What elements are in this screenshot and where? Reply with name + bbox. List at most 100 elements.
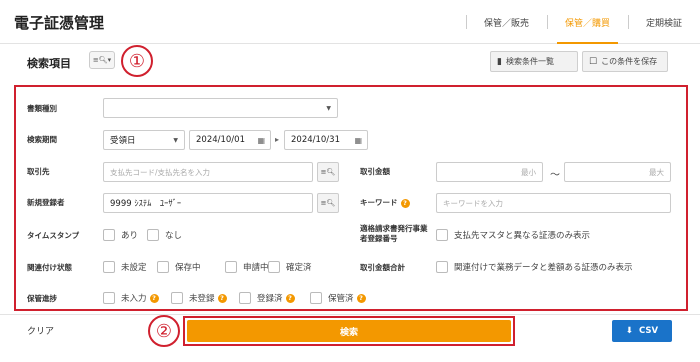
checkbox-box[interactable] — [310, 292, 322, 304]
doc-type-label: 書類種別 — [27, 104, 57, 113]
save-condition-button[interactable]: ☐ この条件を保存 — [582, 51, 668, 72]
timestamp-no-checkbox[interactable]: なし — [147, 229, 182, 241]
nav-periodic-verification[interactable]: 定期検証 — [627, 0, 700, 44]
checkbox-box[interactable] — [103, 292, 115, 304]
link-status-unset-checkbox[interactable]: 未設定 — [103, 261, 147, 273]
checkbox-label: 保管済 — [328, 294, 354, 304]
checkbox-label: 申請中 — [243, 263, 269, 273]
search-list-icon: ≡🔍︎▾ — [92, 56, 112, 64]
help-icon[interactable]: ? — [400, 198, 410, 208]
saved-conditions-button[interactable]: ▮ 検索条件一覧 — [490, 51, 578, 72]
search-button-label: 検索 — [339, 327, 358, 338]
nav-sales-storage[interactable]: 保管／販売 — [465, 0, 547, 44]
help-icon[interactable]: ? — [149, 293, 159, 303]
invoice-reg-label: 適格請求書発行事業 者登録番号 — [360, 224, 428, 244]
supplier-placeholder: 支払先コード/支払先名を入力 — [110, 167, 211, 177]
save-icon: ☐ — [589, 56, 598, 67]
amount-diff-checkbox[interactable]: 関連付けで業務データと差額ある証憑のみ表示 — [436, 261, 633, 273]
calendar-icon[interactable]: ▦ — [354, 136, 362, 145]
saved-conditions-label: 検索条件一覧 — [505, 57, 554, 66]
supplier-search-button[interactable]: ≡🔍︎ — [317, 162, 339, 182]
keyword-label: キーワード — [360, 198, 398, 207]
period-basis-value: 受領日 — [110, 136, 136, 146]
amount-max-input[interactable]: 最大 — [564, 162, 671, 182]
checkbox-label: 関連付けで業務データと差額ある証憑のみ表示 — [454, 263, 633, 273]
chevron-down-icon: ▼ — [326, 104, 331, 112]
checkbox-box[interactable] — [436, 229, 448, 241]
timestamp-yes-checkbox[interactable]: あり — [103, 229, 138, 241]
link-status-applying-checkbox[interactable]: 申請中 — [225, 261, 269, 273]
keyword-input[interactable]: キーワードを入力 — [436, 193, 671, 213]
checkbox-label: 未登録 — [189, 294, 215, 304]
help-icon[interactable]: ? — [217, 293, 227, 303]
keyword-placeholder: キーワードを入力 — [443, 198, 503, 208]
checkbox-box[interactable] — [103, 261, 115, 273]
amount-min-input[interactable]: 最小 — [436, 162, 543, 182]
nav-label: 保管／販売 — [483, 18, 529, 29]
progress-stored-checkbox[interactable]: 保管済? — [310, 292, 366, 304]
search-button[interactable]: 検索 — [187, 320, 511, 342]
checkbox-box[interactable] — [103, 229, 115, 241]
registrant-input[interactable]: 9999 ｼｽﾃﾑ ﾕｰｻﾞｰ — [103, 193, 313, 213]
checkbox-label: 登録済 — [257, 294, 283, 304]
chevron-down-icon: ▼ — [173, 136, 178, 144]
period-label: 検索期間 — [27, 135, 57, 144]
amount-min-placeholder: 最小 — [521, 167, 536, 177]
invoice-reg-label-line1: 適格請求書発行事業 — [360, 224, 428, 233]
help-icon[interactable]: ? — [285, 293, 295, 303]
checkbox-label: あり — [121, 231, 139, 241]
save-condition-label: この条件を保存 — [601, 57, 658, 66]
supplier-label: 取引先 — [27, 167, 50, 176]
registrant-label: 新規登録者 — [27, 198, 65, 207]
period-from-value: 2024/10/01 — [196, 135, 245, 145]
keyword-label-wrap: キーワード? — [360, 198, 410, 208]
help-icon[interactable]: ? — [356, 293, 366, 303]
progress-not-input-checkbox[interactable]: 未入力? — [103, 292, 159, 304]
checkbox-box[interactable] — [157, 261, 169, 273]
range-arrow-icon: ▸ — [275, 135, 280, 144]
checkbox-label: 支払先マスタと異なる証憑のみ表示 — [454, 231, 591, 241]
csv-button-label: CSV — [639, 326, 659, 336]
amount-label: 取引金額 — [360, 167, 390, 176]
checkbox-label: 保存中 — [175, 263, 201, 273]
checkbox-box[interactable] — [436, 261, 448, 273]
checkbox-box[interactable] — [147, 229, 159, 241]
progress-not-registered-checkbox[interactable]: 未登録? — [171, 292, 227, 304]
nav-label: 保管／購買 — [564, 18, 610, 29]
nav-purchase-storage[interactable]: 保管／購買 — [546, 0, 628, 44]
section-title: 検索項目 — [27, 57, 71, 70]
calendar-icon[interactable]: ▦ — [257, 136, 265, 145]
period-to-input[interactable]: 2024/10/31 ▦ — [284, 130, 368, 150]
main-nav: 保管／販売 保管／購買 定期検証 — [465, 0, 700, 44]
period-basis-select[interactable]: 受領日 ▼ — [103, 130, 185, 150]
bookmark-icon: ▮ — [497, 56, 502, 67]
clear-button[interactable]: クリア — [27, 324, 54, 337]
checkbox-box[interactable] — [268, 261, 280, 273]
top-bar: 電子証憑管理 保管／販売 保管／購買 定期検証 — [0, 0, 700, 44]
progress-registered-checkbox[interactable]: 登録済? — [239, 292, 295, 304]
checkbox-label: 未入力 — [121, 294, 147, 304]
checkbox-label: 確定済 — [286, 263, 312, 273]
doc-type-select[interactable]: ▼ — [103, 98, 338, 118]
nav-label: 定期検証 — [645, 18, 682, 29]
period-from-input[interactable]: 2024/10/01 ▦ — [189, 130, 271, 150]
invoice-reg-mismatch-checkbox[interactable]: 支払先マスタと異なる証憑のみ表示 — [436, 229, 590, 241]
amount-max-placeholder: 最大 — [649, 167, 664, 177]
supplier-input[interactable]: 支払先コード/支払先名を入力 — [103, 162, 313, 182]
checkbox-box[interactable] — [225, 261, 237, 273]
registrant-search-button[interactable]: ≡🔍︎ — [317, 193, 339, 213]
progress-label: 保管進捗 — [27, 294, 57, 303]
link-status-saving-checkbox[interactable]: 保存中 — [157, 261, 201, 273]
amount-range-separator: ～ — [550, 170, 560, 181]
checkbox-box[interactable] — [171, 292, 183, 304]
amount-total-label: 取引金額合計 — [360, 263, 405, 272]
checkbox-box[interactable] — [239, 292, 251, 304]
search-list-icon: ≡🔍︎ — [320, 199, 336, 207]
checkbox-label: なし — [165, 231, 183, 241]
link-status-confirmed-checkbox[interactable]: 確定済 — [268, 261, 312, 273]
app-title: 電子証憑管理 — [14, 14, 105, 32]
csv-download-button[interactable]: ⬇ CSV — [612, 320, 672, 342]
footer-divider — [0, 314, 700, 315]
search-list-icon: ≡🔍︎ — [320, 168, 336, 176]
toggle-search-panel-button[interactable]: ≡🔍︎▾ — [89, 51, 115, 69]
